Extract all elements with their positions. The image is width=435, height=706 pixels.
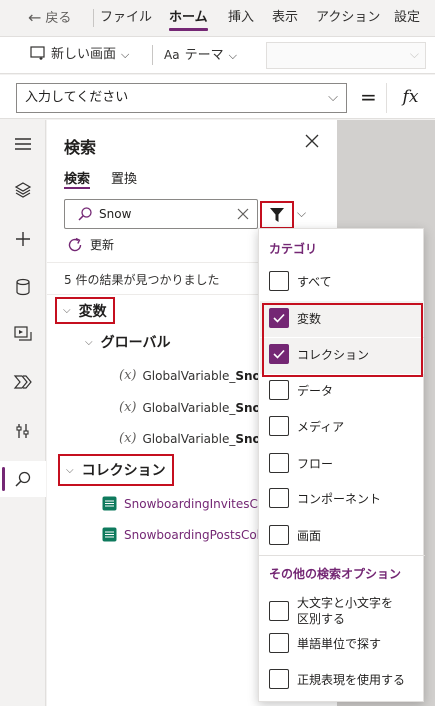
checkbox[interactable]	[269, 601, 289, 621]
theme-icon: Aa	[164, 48, 180, 62]
tools-icon[interactable]	[0, 413, 46, 449]
checkbox[interactable]	[269, 453, 289, 473]
chevron-down-icon: ⌵	[66, 464, 74, 476]
ribbon-toolbar: 新しい画面 ⌵ Aa テーマ ⌵ ⌵	[0, 36, 435, 74]
property-dropdown[interactable]: 入力してください ⌵	[16, 83, 347, 113]
list-item[interactable]: (x) GlobalVariable_Snowb	[119, 400, 280, 415]
equals-sign: =	[360, 85, 377, 109]
media-icon[interactable]	[0, 316, 46, 352]
filter-option-components[interactable]: コンポーネント	[269, 488, 381, 508]
formula-bar: 入力してください ⌵ = fx	[0, 75, 435, 119]
refresh-button[interactable]: 更新	[67, 236, 114, 253]
checkbox[interactable]	[269, 488, 289, 508]
chevron-down-icon: ⌵	[63, 305, 71, 316]
chevron-down-icon: ⌵	[328, 90, 338, 105]
left-rail	[0, 120, 46, 706]
menu-bar: ← 戻る ファイル ホーム 挿入 表示 アクション 設定	[0, 0, 435, 36]
variable-icon: (x)	[119, 400, 137, 415]
option-regex[interactable]: 正規表現を使用する	[269, 669, 405, 689]
search-box	[64, 199, 258, 229]
filter-option-screens[interactable]: 画面	[269, 525, 321, 545]
menu-settings[interactable]: 設定	[394, 0, 420, 36]
clear-icon[interactable]	[237, 208, 249, 220]
insert-plus-icon[interactable]	[0, 221, 46, 257]
checkbox[interactable]	[269, 416, 289, 436]
layers-icon[interactable]	[0, 172, 46, 208]
filter-option-media[interactable]: メディア	[269, 416, 344, 436]
option-whole-word[interactable]: 単語単位で探す	[269, 633, 381, 653]
refresh-icon	[68, 237, 82, 251]
option-match-case[interactable]: 大文字と小文字を 区別する	[269, 595, 393, 627]
group-global[interactable]: ⌵ グローバル	[85, 332, 170, 352]
list-item[interactable]: (x) GlobalVariable_Snowb	[119, 431, 280, 446]
checkbox[interactable]	[269, 633, 289, 653]
chevron-down-icon[interactable]: ⌵	[297, 206, 306, 221]
toolbar-separator	[152, 45, 153, 65]
fx-button[interactable]: fx	[386, 83, 434, 113]
new-screen-icon	[30, 46, 45, 60]
highlight-box	[262, 303, 423, 377]
other-options-header: その他の検索オプション	[269, 567, 402, 581]
filter-option-all[interactable]: すべて	[269, 271, 332, 291]
search-icon[interactable]	[0, 461, 46, 497]
disabled-dropdown: ⌵	[266, 42, 426, 69]
chevron-down-icon: ⌵	[409, 47, 419, 61]
menu-insert[interactable]: 挿入	[228, 0, 254, 36]
chevron-down-icon: ⌵	[121, 48, 130, 61]
checkbox[interactable]	[269, 669, 289, 689]
variable-icon: (x)	[119, 431, 137, 446]
filter-option-data[interactable]: データ	[269, 380, 333, 400]
pane-title: 検索	[64, 138, 97, 157]
hamburger-menu-icon[interactable]	[0, 126, 46, 162]
checkbox[interactable]	[269, 271, 289, 291]
checkbox[interactable]	[269, 525, 289, 545]
menu-view[interactable]: 表示	[272, 0, 298, 36]
group-collections[interactable]: ⌵ コレクション	[58, 454, 174, 486]
chevron-down-icon: ⌵	[85, 336, 93, 348]
filter-button[interactable]	[260, 201, 294, 229]
tab-search[interactable]: 検索	[64, 168, 91, 189]
list-item[interactable]: SnowboardingPostsColle	[102, 527, 271, 542]
search-input[interactable]	[99, 205, 229, 223]
filter-menu: カテゴリ すべて 変数 コレクション データ メディア フロー コンポーネント …	[258, 228, 425, 702]
menu-separator	[93, 9, 94, 27]
menu-home[interactable]: ホーム	[169, 0, 208, 36]
data-cylinder-icon[interactable]	[0, 269, 46, 305]
filter-funnel-icon	[270, 208, 284, 222]
menu-divider	[259, 555, 425, 556]
close-icon[interactable]	[303, 132, 321, 150]
theme-button[interactable]: Aa テーマ ⌵	[164, 37, 237, 73]
collection-icon	[102, 496, 117, 511]
variable-icon: (x)	[119, 368, 137, 383]
tab-replace[interactable]: 置換	[111, 168, 137, 187]
menu-file[interactable]: ファイル	[100, 0, 152, 36]
results-count: 5 件の結果が見つかりました	[64, 273, 220, 287]
checkbox[interactable]	[269, 380, 289, 400]
back-button[interactable]: ← 戻る	[28, 0, 71, 36]
filter-option-flows[interactable]: フロー	[269, 453, 333, 473]
back-arrow-icon: ←	[28, 8, 42, 27]
list-item[interactable]: (x) GlobalVariable_Snowb	[119, 368, 280, 383]
chevron-down-icon: ⌵	[228, 49, 237, 62]
search-icon	[78, 207, 92, 221]
new-screen-button[interactable]: 新しい画面 ⌵	[30, 37, 129, 73]
power-automate-icon[interactable]	[0, 364, 46, 400]
category-header: カテゴリ	[269, 242, 318, 256]
group-variables[interactable]: ⌵ 変数	[55, 297, 115, 324]
list-item[interactable]: SnowboardingInvitesColle	[102, 496, 279, 511]
menu-action[interactable]: アクション	[316, 0, 380, 36]
collection-icon	[102, 527, 117, 542]
